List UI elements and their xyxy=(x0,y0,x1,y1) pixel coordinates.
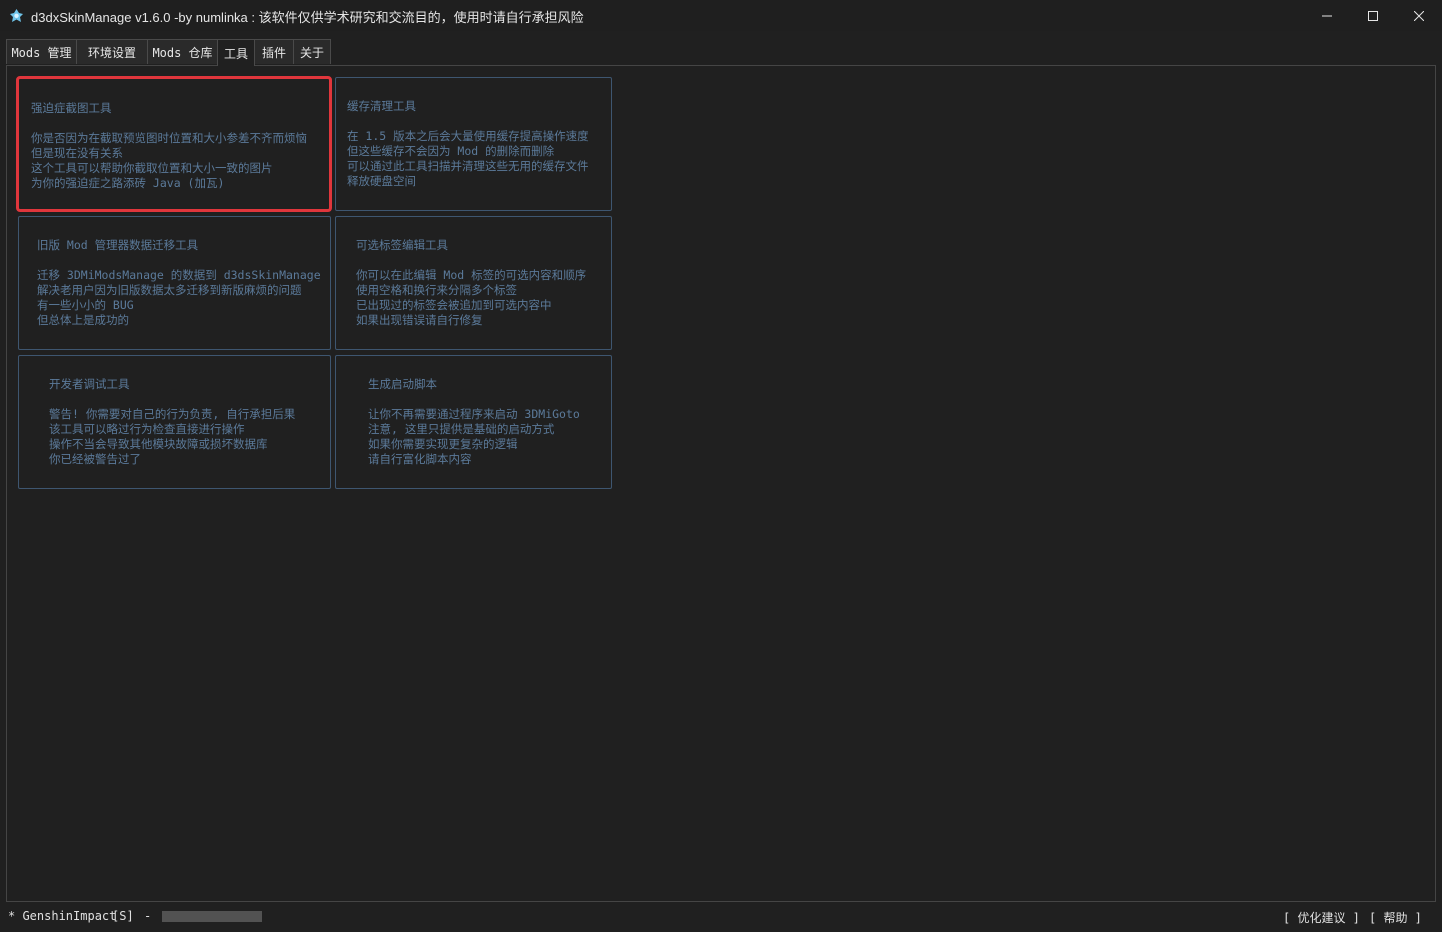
tool-card-line: 但是现在没有关系 xyxy=(31,146,123,160)
tool-card-line: 请自行富化脚本内容 xyxy=(368,452,472,466)
app-window: d3dxSkinManage v1.6.0 -by numlinka : 该软件… xyxy=(0,0,1442,932)
minimize-icon xyxy=(1322,11,1332,21)
tool-card-title: 旧版 Mod 管理器数据迁移工具 xyxy=(37,238,199,252)
maximize-button[interactable] xyxy=(1350,0,1396,31)
tool-card-title: 开发者调试工具 xyxy=(49,377,130,391)
suggestions-link[interactable]: [ 优化建议 ] xyxy=(1283,909,1360,926)
status-game-name: * GenshinImpact xyxy=(8,909,117,923)
tool-card-line: 你是否因为在截取预览图时位置和大小参差不齐而烦恼 xyxy=(31,131,307,145)
close-icon xyxy=(1414,10,1424,21)
tool-card-line: 如果你需要实现更复杂的逻辑 xyxy=(368,437,518,451)
tool-card-line: 使用空格和换行来分隔多个标签 xyxy=(356,283,517,297)
tool-card-title: 可选标签编辑工具 xyxy=(356,238,448,252)
tool-card-line: 但总体上是成功的 xyxy=(37,313,129,327)
tool-card-line: 但这些缓存不会因为 Mod 的删除而删除 xyxy=(347,144,555,158)
tool-card-line: 该工具可以略过行为检查直接进行操作 xyxy=(49,422,245,436)
tool-card-data-migration[interactable]: 旧版 Mod 管理器数据迁移工具 迁移 3DMiModsManage 的数据到 … xyxy=(18,216,331,350)
close-button[interactable] xyxy=(1396,0,1442,31)
tool-card-screenshot[interactable]: 强迫症截图工具 你是否因为在截取预览图时位置和大小参差不齐而烦恼 但是现在没有关… xyxy=(16,76,332,212)
tab-environment-settings[interactable]: 环境设置 xyxy=(76,39,148,64)
tool-card-line: 让你不再需要通过程序来启动 3DMiGoto xyxy=(368,407,580,421)
tool-card-line: 解决老用户因为旧版数据太多迁移到新版麻烦的问题 xyxy=(37,283,302,297)
tool-card-line: 这个工具可以帮助你截取位置和大小一致的图片 xyxy=(31,161,273,175)
tools-panel: 强迫症截图工具 你是否因为在截取预览图时位置和大小参差不齐而烦恼 但是现在没有关… xyxy=(6,65,1436,902)
tool-card-line: 注意, 这里只提供是基础的启动方式 xyxy=(368,422,555,436)
window-title: d3dxSkinManage v1.6.0 -by numlinka : 该软件… xyxy=(31,10,584,25)
tool-card-title: 生成启动脚本 xyxy=(368,377,437,391)
tool-card-line: 警告! 你需要对自己的行为负责, 自行承担后果 xyxy=(49,407,296,421)
tool-card-title: 强迫症截图工具 xyxy=(31,101,112,115)
app-logo-icon xyxy=(9,8,24,23)
tool-card-line: 在 1.5 版本之后会大量使用缓存提高操作速度 xyxy=(347,129,589,143)
tool-card-line: 如果出现错误请自行修复 xyxy=(356,313,483,327)
tab-tools[interactable]: 工具 xyxy=(217,39,255,66)
status-progress-bar xyxy=(162,911,262,922)
tool-card-developer-debug[interactable]: 开发者调试工具 警告! 你需要对自己的行为负责, 自行承担后果 该工具可以略过行… xyxy=(18,355,331,489)
status-bar: * GenshinImpact [S] - [ 优化建议 ] [ 帮助 ] xyxy=(0,904,1442,930)
title-bar[interactable]: d3dxSkinManage v1.6.0 -by numlinka : 该软件… xyxy=(0,0,1442,31)
tool-card-line: 你已经被警告过了 xyxy=(49,452,141,466)
tool-card-line: 迁移 3DMiModsManage 的数据到 d3dsSkinManage xyxy=(37,268,321,282)
tool-card-description: 你是否因为在截取预览图时位置和大小参差不齐而烦恼 但是现在没有关系 这个工具可以… xyxy=(31,131,307,191)
maximize-icon xyxy=(1368,10,1378,21)
status-mode: [S] xyxy=(112,909,134,923)
tool-card-title: 缓存清理工具 xyxy=(347,99,416,113)
tab-mods-repository[interactable]: Mods 仓库 xyxy=(147,39,218,64)
tab-about[interactable]: 关于 xyxy=(293,39,331,64)
tool-card-tag-editor[interactable]: 可选标签编辑工具 你可以在此编辑 Mod 标签的可选内容和顺序 使用空格和换行来… xyxy=(335,216,612,350)
minimize-button[interactable] xyxy=(1304,0,1350,31)
tool-card-launch-script[interactable]: 生成启动脚本 让你不再需要通过程序来启动 3DMiGoto 注意, 这里只提供是… xyxy=(335,355,612,489)
tool-card-description: 在 1.5 版本之后会大量使用缓存提高操作速度 但这些缓存不会因为 Mod 的删… xyxy=(347,129,589,189)
tool-card-description: 让你不再需要通过程序来启动 3DMiGoto 注意, 这里只提供是基础的启动方式… xyxy=(368,407,580,467)
tool-card-cache-cleaner[interactable]: 缓存清理工具 在 1.5 版本之后会大量使用缓存提高操作速度 但这些缓存不会因为… xyxy=(335,77,612,211)
help-link[interactable]: [ 帮助 ] xyxy=(1369,909,1422,926)
tool-card-description: 你可以在此编辑 Mod 标签的可选内容和顺序 使用空格和换行来分隔多个标签 已出… xyxy=(356,268,586,328)
tab-mods-manage[interactable]: Mods 管理 xyxy=(6,39,77,64)
tool-card-line: 为你的强迫症之路添砖 Java (加瓦) xyxy=(31,176,225,190)
tool-card-line: 释放硬盘空间 xyxy=(347,174,416,188)
main-tab-strip: Mods 管理 环境设置 Mods 仓库 工具 插件 关于 xyxy=(6,39,331,66)
tool-card-line: 你可以在此编辑 Mod 标签的可选内容和顺序 xyxy=(356,268,587,282)
tool-card-description: 警告! 你需要对自己的行为负责, 自行承担后果 该工具可以略过行为检查直接进行操… xyxy=(49,407,295,467)
tool-card-line: 有一些小小的 BUG xyxy=(37,298,134,312)
tab-plugins[interactable]: 插件 xyxy=(254,39,294,64)
tool-card-line: 可以通过此工具扫描并清理这些无用的缓存文件 xyxy=(347,159,589,173)
status-separator: - xyxy=(144,909,152,923)
tool-card-line: 已出现过的标签会被追加到可选内容中 xyxy=(356,298,552,312)
tool-card-description: 迁移 3DMiModsManage 的数据到 d3dsSkinManage 解决… xyxy=(37,268,321,328)
tool-card-line: 操作不当会导致其他模块故障或损坏数据库 xyxy=(49,437,268,451)
